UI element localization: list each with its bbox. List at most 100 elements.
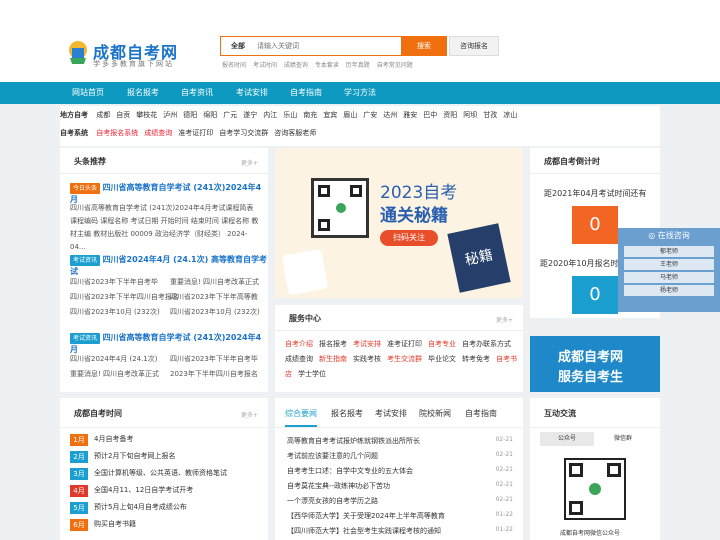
area-link[interactable]: 阿坝 (463, 111, 477, 119)
area-link[interactable]: 眉山 (343, 111, 357, 119)
news-link[interactable]: 重要消息! 四川自考改革正式 (70, 369, 159, 379)
area-link[interactable]: 泸州 (163, 111, 177, 119)
news-link[interactable]: 四川省2024年4月 (24.1次) (70, 354, 158, 364)
exam-time-item[interactable]: 全国4月11、12日自学考试开考 (94, 485, 193, 495)
area-link[interactable]: 攀枝花 (136, 111, 157, 119)
news-item[interactable]: 【四川师范大学】社会型考生实践课程考核的通知 (287, 526, 441, 536)
area-link[interactable]: 雅安 (403, 111, 417, 119)
news-link[interactable]: 2023年下半年四川自考报名 (170, 369, 258, 379)
agent-button[interactable]: 郁老师 (624, 246, 714, 257)
service-link[interactable]: 考试安排 (353, 340, 381, 348)
banner-line2: 通关秘籍 (380, 206, 448, 226)
search-category[interactable]: 全部 (221, 37, 255, 55)
news-link[interactable]: 四川省2023年10月 (232次) (170, 307, 260, 317)
service-link[interactable]: 转考免考 (462, 355, 490, 363)
area-link[interactable]: 成都 (96, 111, 110, 119)
agent-button[interactable]: 王老师 (624, 259, 714, 270)
consult-button[interactable]: 咨询报名 (449, 36, 499, 56)
news-tab[interactable]: 报名报考 (331, 408, 363, 419)
area-link[interactable]: 自贡 (116, 111, 130, 119)
headline-2[interactable]: 考试资讯 四川省2024年4月 (24.1次) 高等教育自学考试 (70, 254, 268, 277)
area-link[interactable]: 遂宁 (243, 111, 257, 119)
area-link[interactable]: 巴中 (423, 111, 437, 119)
nav-item-news[interactable]: 自考资讯 (181, 82, 213, 104)
news-link[interactable]: 四川省2023年下半年高等教 (170, 292, 258, 302)
service-link[interactable]: 自考介绍 (285, 340, 313, 348)
service-link[interactable]: 学士学位 (298, 370, 326, 378)
hot-link[interactable]: 报名时间 (222, 62, 246, 69)
exam-time-item[interactable]: 预计2月下旬自考网上报名 (94, 451, 175, 461)
hot-link[interactable]: 专本套读 (315, 62, 339, 69)
hot-link[interactable]: 成绩查询 (284, 62, 308, 69)
news-item[interactable]: 【西华师范大学】关于受理2024年上半年高等教育 (287, 511, 445, 521)
exam-time-item[interactable]: 预计5月上旬4月自考成绩公布 (94, 502, 187, 512)
exam-time-more-link[interactable]: 更多+ (241, 410, 258, 419)
service-link[interactable]: 准考证打印 (387, 340, 422, 348)
service-link[interactable]: 考生交流群 (387, 355, 422, 363)
agent-button[interactable]: 马老师 (624, 272, 714, 283)
news-link[interactable]: 四川省2023年下半年自考毕 (170, 354, 258, 364)
area-link[interactable]: 德阳 (183, 111, 197, 119)
area-link[interactable]: 达州 (383, 111, 397, 119)
service-link[interactable]: 报名报考 (319, 340, 347, 348)
area-link[interactable]: 广元 (223, 111, 237, 119)
news-tab[interactable]: 考试安排 (375, 408, 407, 419)
service-link[interactable]: 新生指南 (319, 355, 347, 363)
system-link[interactable]: 准考证打印 (178, 129, 213, 137)
news-link[interactable]: 四川省2023年10月 (232次) (70, 307, 160, 317)
nav-item-home[interactable]: 网站首页 (72, 82, 104, 104)
system-link[interactable]: 成绩查询 (144, 129, 172, 137)
search-button[interactable]: 搜索 (401, 36, 447, 56)
news-tab[interactable]: 自考指南 (465, 408, 497, 419)
news-tab[interactable]: 院校新闻 (419, 408, 451, 419)
banner-follow-button[interactable]: 扫码关注 (380, 230, 438, 246)
system-link[interactable]: 自考学习交流群 (219, 129, 268, 137)
news-tab[interactable]: 综合要闻 (285, 408, 317, 427)
area-link[interactable]: 绵阳 (203, 111, 217, 119)
hot-link[interactable]: 自考常见问题 (377, 62, 413, 69)
news-item[interactable]: 高等教育自考考试报炉练就钢铁派出所所长 (287, 436, 420, 446)
area-link[interactable]: 甘孜 (483, 111, 497, 119)
area-link[interactable]: 广安 (363, 111, 377, 119)
nav-item-guide[interactable]: 自考指南 (290, 82, 322, 104)
news-item[interactable]: 考试前应该要注意的几个问题 (287, 451, 378, 461)
service-link[interactable]: 自考专业 (428, 340, 456, 348)
system-link[interactable]: 咨询客服老师 (274, 129, 316, 137)
agent-button[interactable]: 杨老师 (624, 285, 714, 296)
service-link[interactable]: 自考办联系方式 (462, 340, 511, 348)
exam-time-item[interactable]: 全国计算机等级、公共英语、教师资格笔试 (94, 468, 227, 478)
service-link[interactable]: 实践考核 (353, 355, 381, 363)
headlines-more-link[interactable]: 更多+ (241, 158, 258, 167)
service-link[interactable]: 毕业论文 (428, 355, 456, 363)
exam-time-item[interactable]: 购买自考书籍 (94, 519, 136, 529)
service-more-link[interactable]: 更多+ (496, 315, 513, 324)
area-link[interactable]: 宜宾 (323, 111, 337, 119)
search-input[interactable] (257, 39, 397, 53)
nav-item-register[interactable]: 报名报考 (127, 82, 159, 104)
logo-icon[interactable] (64, 38, 92, 68)
area-link[interactable]: 南充 (303, 111, 317, 119)
tab-wechat-group[interactable]: 微信群 (596, 432, 650, 446)
news-link[interactable]: 四川省2023年下半年四川自考报名 (70, 292, 179, 302)
nav-item-schedule[interactable]: 考试安排 (236, 82, 268, 104)
promo-card[interactable]: 成都自考网 服务自考生 (530, 336, 660, 392)
headline-3[interactable]: 考试资讯 四川省高等教育自学考试 (241次)2024年4月 (70, 332, 268, 355)
news-item[interactable]: 自考莫花宝典--政练神功必下苦功 (287, 481, 390, 491)
news-link[interactable]: 四川省2023年下半年自考毕 (70, 277, 158, 287)
area-link[interactable]: 资阳 (443, 111, 457, 119)
news-item[interactable]: 一个漂亮女孩的自考学历之路 (287, 496, 378, 506)
news-item[interactable]: 自考考生口述：自学中文专业的五大体会 (287, 466, 413, 476)
floating-consult-title[interactable]: ◎ 在线咨询 (618, 228, 720, 244)
system-link[interactable]: 自考报名系统 (96, 129, 138, 137)
area-link[interactable]: 凉山 (503, 111, 517, 119)
exam-time-item[interactable]: 4月自考备考 (94, 434, 133, 444)
nav-item-study[interactable]: 学习方法 (344, 82, 376, 104)
tab-wechat-official[interactable]: 公众号 (540, 432, 594, 446)
promo-banner[interactable]: 2023自考 通关秘籍 扫码关注 秘籍 (275, 148, 523, 298)
hot-link[interactable]: 考试时间 (253, 62, 277, 69)
news-link[interactable]: 重要消息! 四川自考改革正式 (170, 277, 259, 287)
area-link[interactable]: 内江 (263, 111, 277, 119)
service-link[interactable]: 成绩查询 (285, 355, 313, 363)
area-link[interactable]: 乐山 (283, 111, 297, 119)
hot-link[interactable]: 历年真题 (346, 62, 370, 69)
